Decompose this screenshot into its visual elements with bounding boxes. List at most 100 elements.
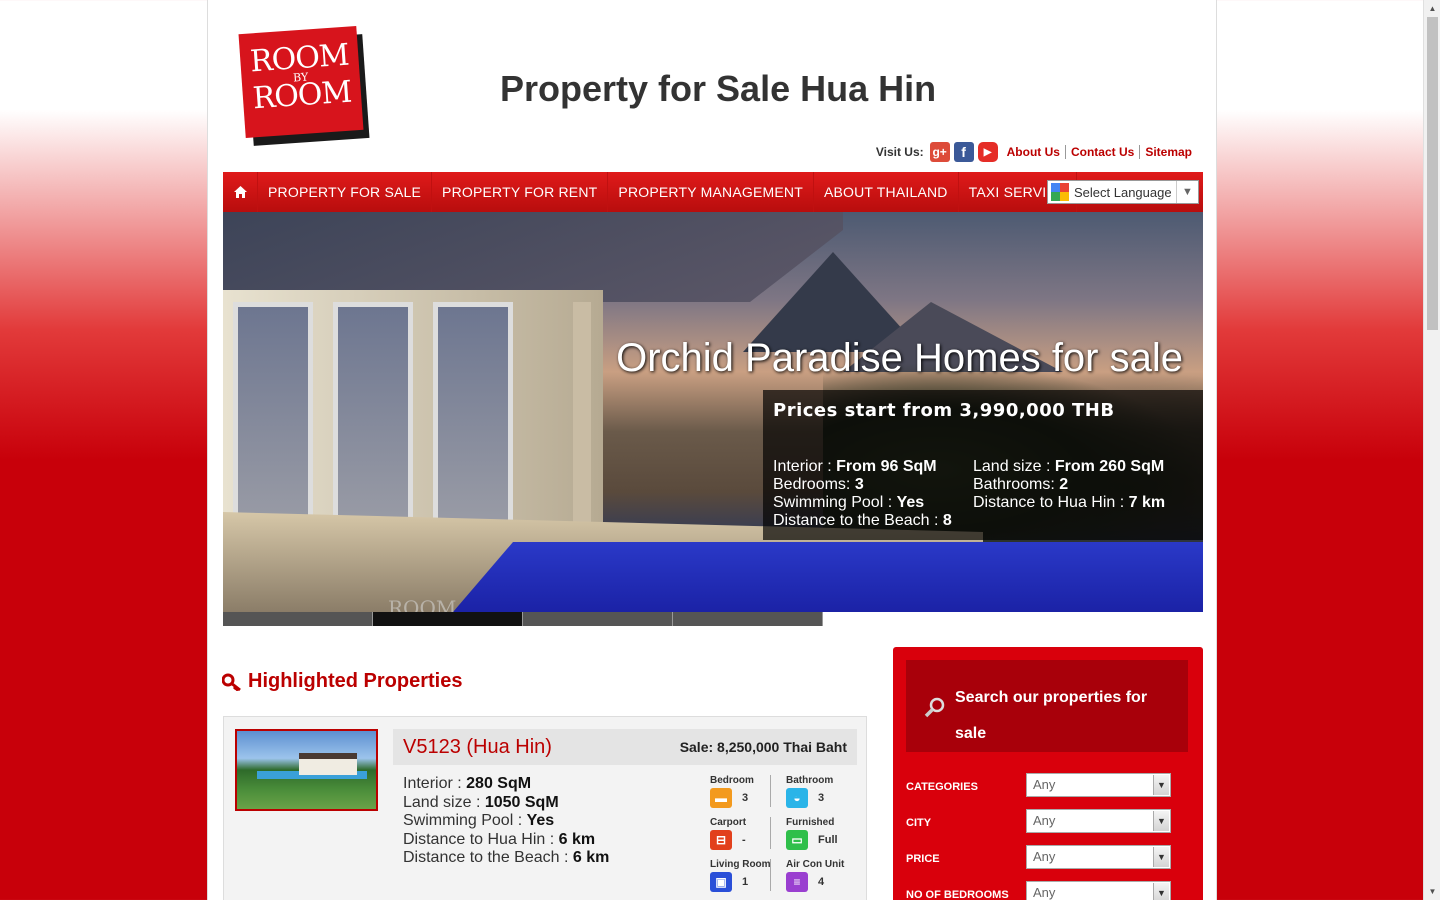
google-plus-icon[interactable]: g+ bbox=[929, 142, 950, 162]
youtube-icon[interactable]: ▶ bbox=[977, 142, 998, 162]
hero-info-row: Bathrooms: 2 bbox=[973, 476, 1165, 494]
hero-info-label: Distance to the Beach : bbox=[773, 512, 943, 529]
facebook-icon[interactable]: f bbox=[953, 142, 974, 162]
aircon-icon: ≡ bbox=[786, 872, 808, 892]
spec-row: Land size : 1050 SqM bbox=[403, 794, 609, 813]
hero-photo-pool bbox=[453, 542, 1203, 612]
spec-label: Distance to the Beach : bbox=[403, 849, 573, 866]
feature-label: Furnished bbox=[786, 817, 835, 828]
feature-value: 3 bbox=[818, 792, 825, 804]
search-header: Search our properties for sale bbox=[906, 660, 1188, 752]
select-value: Any bbox=[1033, 813, 1056, 828]
hero-photo-roof bbox=[223, 212, 843, 302]
chevron-down-icon: ▼ bbox=[1153, 775, 1169, 795]
spec-value: 1050 SqM bbox=[484, 793, 559, 811]
hero-photo-door bbox=[433, 302, 513, 532]
thumbnail-house bbox=[299, 753, 357, 775]
search-row-city: CITY Any ▼ bbox=[906, 809, 1188, 835]
hero-info-row: Distance to Hua Hin : 7 km bbox=[973, 494, 1165, 512]
hero-info-label: Bathrooms: bbox=[973, 476, 1060, 493]
search-label: NO OF BEDROOMS bbox=[906, 889, 1009, 900]
slider-pager-dot[interactable] bbox=[223, 612, 373, 626]
city-select[interactable]: Any ▼ bbox=[1026, 809, 1171, 833]
feature-value: 4 bbox=[818, 876, 825, 888]
home-icon[interactable] bbox=[223, 172, 258, 212]
hero-photo-door bbox=[333, 302, 413, 532]
nav-property-management[interactable]: PROPERTY MANAGEMENT bbox=[608, 172, 814, 212]
language-select-label: Select Language bbox=[1074, 184, 1172, 200]
contact-us-link[interactable]: Contact Us bbox=[1064, 145, 1139, 159]
property-search-box: Search our properties for sale CATEGORIE… bbox=[893, 647, 1203, 900]
language-select[interactable]: Select Language ▼ bbox=[1047, 180, 1199, 204]
sitemap-link[interactable]: Sitemap bbox=[1139, 145, 1197, 159]
sofa-icon: ▭ bbox=[786, 830, 808, 850]
search-label: CITY bbox=[906, 817, 932, 829]
hero-info-row: Interior : From 96 SqM bbox=[773, 458, 952, 476]
spec-label: Swimming Pool : bbox=[403, 812, 527, 829]
chevron-down-icon: ▼ bbox=[1153, 847, 1169, 867]
select-value: Any bbox=[1033, 885, 1056, 900]
property-card[interactable]: V5123 (Hua Hin) Sale: 8,250,000 Thai Bah… bbox=[223, 716, 867, 900]
property-header: V5123 (Hua Hin) Sale: 8,250,000 Thai Bah… bbox=[393, 729, 857, 765]
hero-price: Prices start from 3,990,000 THB bbox=[773, 400, 1115, 421]
nav-about-thailand[interactable]: ABOUT THAILAND bbox=[814, 172, 959, 212]
highlighted-heading: Highlighted Properties bbox=[221, 670, 463, 693]
spec-label: Land size : bbox=[403, 793, 485, 811]
hero-info-left: Interior : From 96 SqM Bedrooms: 3 Swimm… bbox=[773, 458, 952, 530]
feature-bedroom: Bedroom ▬ 3 bbox=[710, 775, 774, 808]
hero-info-value: 7 km bbox=[1128, 494, 1166, 511]
select-value: Any bbox=[1033, 849, 1056, 864]
property-code[interactable]: V5123 (Hua Hin) bbox=[403, 736, 552, 759]
hero-slider[interactable]: ROOM Orchid Paradise Homes for sale Pric… bbox=[223, 212, 1203, 612]
search-label: PRICE bbox=[906, 853, 940, 865]
bedrooms-select[interactable]: Any ▼ bbox=[1026, 881, 1171, 900]
site-logo[interactable]: ROOM BY ROOM bbox=[238, 26, 370, 146]
hero-info-row: Land size : From 260 SqM bbox=[973, 458, 1165, 476]
hero-info-right: Land size : From 260 SqM Bathrooms: 2 Di… bbox=[973, 458, 1165, 512]
chevron-down-icon: ▼ bbox=[1176, 181, 1198, 203]
scrollbar-thumb[interactable] bbox=[1427, 17, 1438, 330]
feature-furnished: Furnished ▭ Full bbox=[786, 817, 850, 850]
spec-row: Interior : 280 SqM bbox=[403, 775, 609, 794]
bed-icon: ▬ bbox=[710, 788, 732, 808]
categories-select[interactable]: Any ▼ bbox=[1026, 773, 1171, 797]
visit-us-bar: Visit Us: g+ f ▶ About Us Contact Us Sit… bbox=[876, 142, 1197, 162]
property-specs: Interior : 280 SqM Land size : 1050 SqM … bbox=[403, 775, 609, 868]
nav-property-for-sale[interactable]: PROPERTY FOR SALE bbox=[258, 172, 433, 212]
nav-property-for-rent[interactable]: PROPERTY FOR RENT bbox=[432, 172, 609, 212]
hero-info-panel: Prices start from 3,990,000 THB Interior… bbox=[763, 390, 1203, 540]
spec-row: Distance to Hua Hin : 6 km bbox=[403, 831, 609, 850]
slider-pager-dot-active[interactable] bbox=[373, 612, 523, 626]
scroll-down-icon[interactable]: ▼ bbox=[1424, 883, 1440, 900]
hero-info-value: From 260 SqM bbox=[1054, 458, 1165, 475]
search-row-bedrooms: NO OF BEDROOMS Any ▼ bbox=[906, 881, 1188, 900]
scroll-up-icon[interactable]: ▲ bbox=[1424, 0, 1440, 17]
feature-value: - bbox=[742, 834, 746, 846]
logo-line-3: ROOM bbox=[251, 74, 353, 117]
hero-info-row: Distance to the Beach : 8 bbox=[773, 512, 952, 530]
highlighted-title: Highlighted Properties bbox=[248, 670, 463, 692]
feature-value: 3 bbox=[742, 792, 749, 804]
property-sale-price: Sale: 8,250,000 Thai Baht bbox=[679, 739, 847, 755]
tv-icon: ▣ bbox=[710, 872, 732, 892]
slider-pager-dot[interactable] bbox=[673, 612, 823, 626]
price-select[interactable]: Any ▼ bbox=[1026, 845, 1171, 869]
feature-aircon: Air Con Unit ≡ 4 bbox=[786, 859, 850, 892]
slider-pager bbox=[223, 612, 823, 626]
chevron-down-icon: ▼ bbox=[1153, 811, 1169, 831]
spec-label: Distance to Hua Hin : bbox=[403, 830, 559, 848]
search-label: CATEGORIES bbox=[906, 781, 978, 793]
search-row-price: PRICE Any ▼ bbox=[906, 845, 1188, 871]
feature-carport: Carport ⊟ - bbox=[710, 817, 774, 850]
page-scrollbar[interactable]: ▲ ▼ bbox=[1423, 0, 1440, 900]
about-us-link[interactable]: About Us bbox=[1002, 145, 1065, 159]
slider-pager-dot[interactable] bbox=[523, 612, 673, 626]
main-nav: PROPERTY FOR SALE PROPERTY FOR RENT PROP… bbox=[223, 172, 1203, 212]
site-title: Property for Sale Hua Hin bbox=[500, 68, 937, 109]
property-thumbnail[interactable] bbox=[235, 729, 378, 811]
spec-value: Yes bbox=[526, 812, 555, 829]
feature-label: Carport bbox=[710, 817, 747, 828]
select-value: Any bbox=[1033, 777, 1056, 792]
hero-info-row: Swimming Pool : Yes bbox=[773, 494, 952, 512]
hero-info-label: Distance to Hua Hin : bbox=[973, 494, 1129, 511]
